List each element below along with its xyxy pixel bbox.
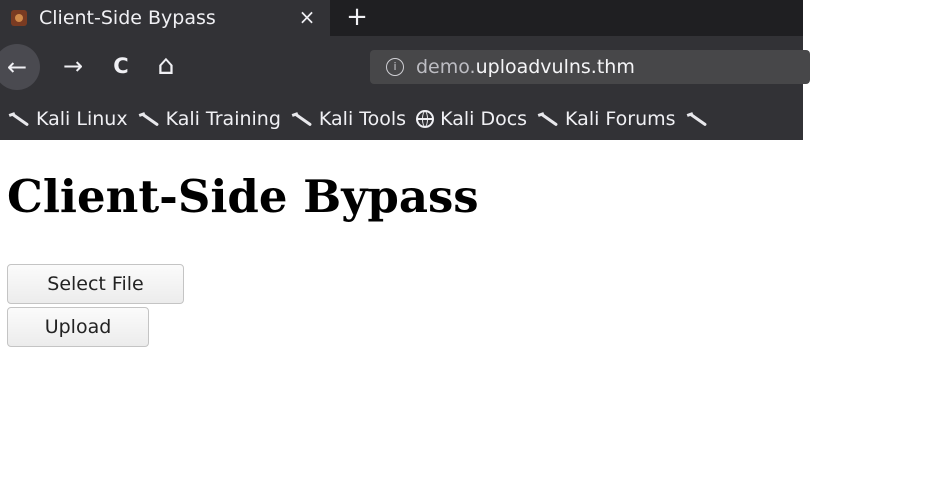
site-favicon-icon bbox=[11, 10, 27, 26]
url-host: uploadvulns.thm bbox=[475, 56, 635, 78]
kali-dragon-icon bbox=[138, 110, 160, 128]
address-bar[interactable]: i demo.uploadvulns.thm bbox=[370, 50, 810, 84]
url-prefix: demo. bbox=[416, 56, 476, 78]
home-button[interactable]: ⌂ bbox=[151, 51, 181, 81]
tab-bar: Client-Side Bypass × + bbox=[0, 0, 803, 36]
navigation-toolbar: ← → C ⌂ i demo.uploadvulns.thm bbox=[0, 36, 810, 98]
bookmark-overflow[interactable] bbox=[686, 110, 714, 128]
kali-dragon-icon bbox=[8, 110, 30, 128]
bookmark-label: Kali Tools bbox=[318, 108, 407, 130]
select-file-button[interactable]: Select File bbox=[7, 264, 184, 304]
bookmark-label: Kali Linux bbox=[36, 108, 128, 130]
reload-button[interactable]: C bbox=[106, 51, 136, 81]
bookmark-label: Kali Training bbox=[165, 108, 281, 130]
bookmark-label: Kali Docs bbox=[440, 108, 528, 130]
tab-title: Client-Side Bypass bbox=[39, 7, 216, 29]
bookmark-kali-linux[interactable]: Kali Linux bbox=[8, 108, 128, 130]
kali-dragon-icon bbox=[686, 110, 708, 128]
bookmark-kali-training[interactable]: Kali Training bbox=[138, 108, 281, 130]
bookmark-kali-docs[interactable]: Kali Docs bbox=[416, 108, 527, 130]
bookmark-kali-forums[interactable]: Kali Forums bbox=[537, 108, 676, 130]
globe-icon bbox=[416, 110, 435, 128]
forward-button[interactable]: → bbox=[58, 51, 88, 81]
upload-button[interactable]: Upload bbox=[7, 307, 149, 347]
page-title: Client-Side Bypass bbox=[7, 170, 479, 223]
url-text[interactable]: demo.uploadvulns.thm bbox=[416, 56, 635, 78]
bookmark-kali-tools[interactable]: Kali Tools bbox=[291, 108, 406, 130]
info-icon[interactable]: i bbox=[386, 58, 404, 76]
bookmark-label: Kali Forums bbox=[565, 108, 676, 130]
kali-dragon-icon bbox=[291, 110, 313, 128]
close-tab-icon[interactable]: × bbox=[295, 4, 319, 30]
browser-chrome: Client-Side Bypass × + ← → C ⌂ i demo.up… bbox=[0, 0, 810, 140]
back-button[interactable]: ← bbox=[0, 44, 40, 90]
kali-dragon-icon bbox=[537, 110, 559, 128]
bookmarks-toolbar: Kali Linux Kali Training Kali Tools Kali… bbox=[0, 98, 803, 140]
new-tab-button[interactable]: + bbox=[343, 3, 371, 31]
active-tab[interactable]: Client-Side Bypass × bbox=[0, 0, 330, 36]
